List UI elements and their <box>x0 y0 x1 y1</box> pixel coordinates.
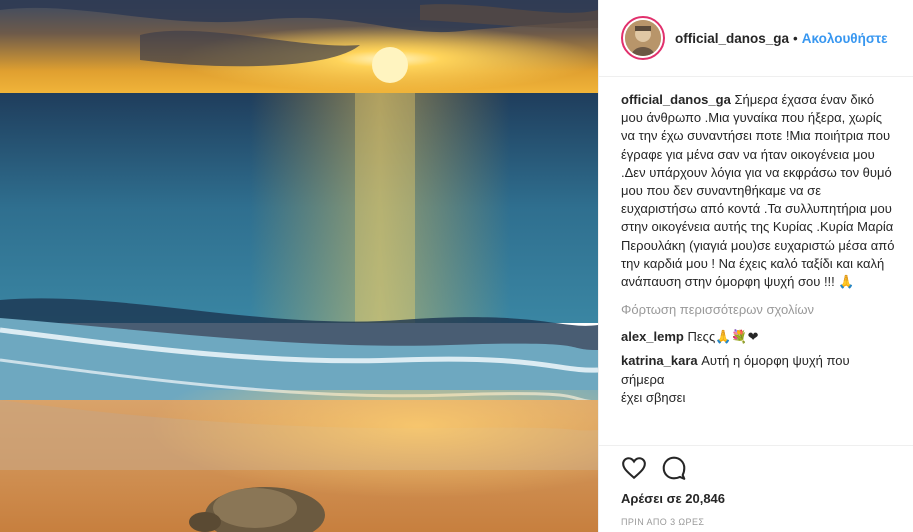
load-more-comments-button[interactable]: Φόρτωση περισσότερων σχολίων <box>621 302 895 317</box>
comment-bubble-icon[interactable] <box>661 455 687 481</box>
comment-text: Πεςς🙏💐❤ <box>687 329 759 345</box>
avatar[interactable] <box>621 16 665 60</box>
caption-text: Σήμερα έχασα έναν δικό μου άνθρωπο .Μια … <box>621 92 895 290</box>
separator-dot: • <box>793 30 798 46</box>
username-link[interactable]: official_danos_ga <box>675 31 789 46</box>
heart-icon[interactable] <box>621 455 647 481</box>
comment-username[interactable]: alex_lemp <box>621 329 684 344</box>
post-header: official_danos_ga • Ακολουθήστε <box>599 0 913 77</box>
post-actions: Αρέσει σε 20,846 ΠΡΙΝ ΑΠΟ 3 ΩΡΕΣ <box>599 445 913 532</box>
likes-count[interactable]: Αρέσει σε 20,846 <box>621 491 913 506</box>
avatar-photo <box>625 20 661 56</box>
post-caption: official_danos_ga Σήμερα έχασα έναν δικό… <box>621 91 895 291</box>
follow-button[interactable]: Ακολουθήστε <box>802 31 888 46</box>
post-photo[interactable] <box>0 0 598 532</box>
caption-username[interactable]: official_danos_ga <box>621 92 731 107</box>
comments-section[interactable]: official_danos_ga Σήμερα έχασα έναν δικό… <box>599 77 913 445</box>
action-icons <box>621 454 913 482</box>
post-side-panel: official_danos_ga • Ακολουθήστε official… <box>598 0 913 532</box>
avatar-image <box>625 20 661 56</box>
comment-username[interactable]: katrina_kara <box>621 353 698 368</box>
comment-item: alex_lemp Πεςς🙏💐❤ <box>621 328 895 346</box>
sunset-beach-image <box>0 0 598 532</box>
post-timestamp: ΠΡΙΝ ΑΠΟ 3 ΩΡΕΣ <box>621 517 705 527</box>
comment-item: katrina_kara Αυτή η όμορφη ψυχή που σήμε… <box>621 352 895 407</box>
